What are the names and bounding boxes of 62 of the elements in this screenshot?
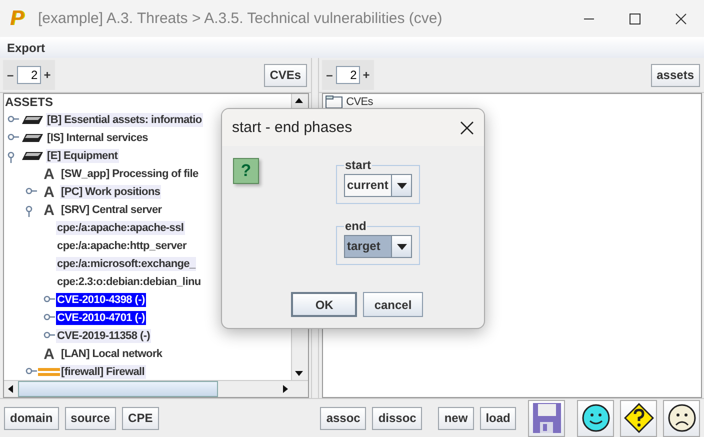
help-button[interactable] (620, 400, 658, 436)
tree-item[interactable]: [LAN] Local network (60, 347, 164, 361)
question-icon: ? (233, 158, 259, 184)
number-field[interactable]: 2 (336, 66, 360, 84)
toolbar-button[interactable]: source (64, 406, 116, 430)
toolbar-button[interactable]: dissoc (372, 406, 422, 430)
happy-face-button[interactable] (577, 400, 614, 436)
dropdown[interactable]: target (344, 235, 412, 258)
tree-item[interactable]: [E] Equipment (46, 149, 119, 163)
letter-icon: A (38, 184, 60, 200)
dialog-title: start - end phases (232, 119, 352, 136)
layer-icon (22, 151, 44, 161)
tree-item[interactable]: CVE-2010-4398 (-) (56, 293, 146, 307)
tree-item[interactable]: [firewall] Firewall (60, 365, 146, 379)
brick-wall-icon (38, 367, 60, 377)
decrement-button[interactable]: – (326, 68, 333, 82)
toolbar-button[interactable]: assoc (320, 406, 366, 430)
scrollbar-thumb[interactable] (18, 381, 218, 397)
decrement-button[interactable]: – (7, 68, 14, 82)
letter-icon: A (38, 346, 60, 362)
tree-item[interactable]: [SRV] Central server (60, 203, 163, 217)
dialog-button[interactable]: OK (291, 292, 358, 317)
increment-button[interactable]: + (44, 68, 51, 82)
tree-item[interactable]: CVE-2010-4701 (-) (56, 311, 146, 325)
menu-item[interactable]: Export (7, 40, 46, 54)
layer-icon (22, 133, 44, 143)
tree-item[interactable]: CVE-2019-11358 (-) (56, 329, 152, 343)
tree-item[interactable]: cpe:/a:apache:apache-ssl (56, 221, 185, 235)
toolbar-button[interactable]: CPE (122, 406, 159, 430)
tree-item[interactable]: CVEs (345, 95, 374, 109)
sad-face-icon (668, 404, 696, 432)
toolbar-button[interactable]: domain (4, 406, 59, 430)
increment-button[interactable]: + (362, 68, 370, 82)
letter-icon: A (38, 166, 60, 182)
warning-diamond-icon (624, 403, 654, 433)
assets-button[interactable]: assets (650, 64, 700, 86)
tree-item[interactable]: [PC] Work positions (60, 185, 162, 199)
save-button[interactable] (528, 400, 566, 436)
group-label: end (344, 219, 368, 233)
sad-face-button[interactable] (663, 400, 700, 436)
group-label: start (344, 158, 372, 172)
app-logo: P (10, 6, 26, 30)
dropdown[interactable]: current (344, 174, 412, 197)
window-title: [example] A.3. Threats > A.3.5. Technical vulnerabilities (cve) (38, 10, 444, 27)
tree-item[interactable]: cpe:/a:apache:http_server (56, 239, 188, 253)
tree-item[interactable]: [IS] Internal services (46, 131, 150, 145)
cves-button[interactable]: CVEs (264, 64, 308, 86)
toolbar-button[interactable]: load (480, 406, 516, 430)
tree-item[interactable]: cpe:/a:microsoft:exchange_ (56, 257, 196, 271)
layer-icon (22, 115, 44, 125)
dialog-button[interactable]: cancel (363, 292, 423, 317)
caret-icon (396, 182, 406, 188)
caret-icon (396, 244, 406, 250)
toolbar-button[interactable]: new (438, 406, 474, 430)
tree-root-label: ASSETS (4, 95, 54, 111)
tree-item[interactable]: [B] Essential assets: informatio (46, 113, 203, 127)
close-icon[interactable] (460, 120, 474, 134)
number-field[interactable]: 2 (16, 66, 41, 84)
tree-item[interactable]: cpe:2.3:o:debian:debian_linu (56, 275, 202, 289)
letter-icon: A (38, 202, 60, 218)
smiley-icon (582, 404, 610, 432)
tree-item[interactable]: [SW_app] Processing of file (60, 167, 200, 181)
